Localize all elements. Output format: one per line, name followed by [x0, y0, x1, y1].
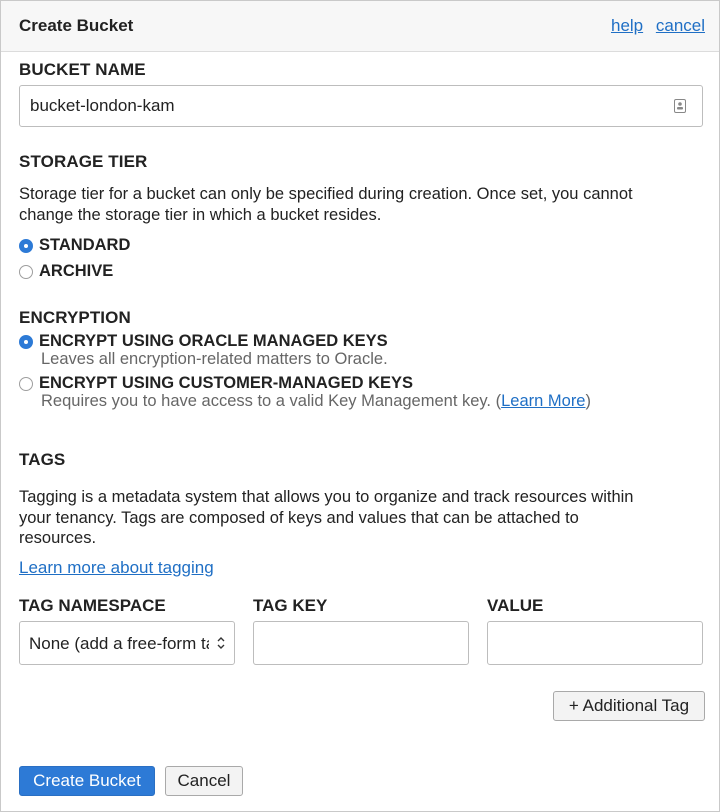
- tag-value-input[interactable]: [487, 621, 703, 665]
- learn-more-tagging-link[interactable]: Learn more about tagging: [19, 558, 214, 578]
- tags-label: TAGS: [19, 450, 66, 469]
- radio-archive-label[interactable]: ARCHIVE: [39, 262, 113, 281]
- cancel-button[interactable]: Cancel: [165, 766, 243, 796]
- radio-archive[interactable]: ARCHIVE: [19, 262, 113, 281]
- radio-customer-managed-button[interactable]: [19, 376, 33, 391]
- tags-description-3: resources.: [19, 529, 97, 547]
- storage-tier-label: STORAGE TIER: [19, 152, 148, 171]
- header-links: help cancel: [603, 16, 705, 36]
- bucket-name-label: BUCKET NAME: [19, 60, 146, 79]
- learn-more-link[interactable]: Learn More: [501, 392, 585, 410]
- customer-managed-description-suffix: ): [585, 392, 592, 410]
- tag-namespace-label: TAG NAMESPACE: [19, 596, 166, 615]
- storage-tier-description-1: Storage tier for a bucket can only be sp…: [19, 185, 633, 203]
- tag-namespace-select[interactable]: None (add a free-form tag): [19, 621, 235, 665]
- radio-customer-managed[interactable]: ENCRYPT USING CUSTOMER-MANAGED KEYS: [19, 374, 413, 393]
- dialog-title: Create Bucket: [19, 16, 134, 35]
- chevron-up-down-icon: [217, 637, 225, 649]
- tag-value-label: VALUE: [487, 596, 544, 615]
- tag-key-label: TAG KEY: [253, 596, 328, 615]
- tag-key-input[interactable]: [253, 621, 469, 665]
- bucket-name-input[interactable]: [19, 85, 703, 127]
- create-bucket-button[interactable]: Create Bucket: [19, 766, 155, 796]
- tags-description-2: your tenancy. Tags are composed of keys …: [19, 509, 579, 527]
- radio-oracle-managed[interactable]: ENCRYPT USING ORACLE MANAGED KEYS: [19, 332, 388, 351]
- radio-oracle-managed-label[interactable]: ENCRYPT USING ORACLE MANAGED KEYS: [39, 332, 388, 351]
- radio-customer-managed-label[interactable]: ENCRYPT USING CUSTOMER-MANAGED KEYS: [39, 374, 413, 393]
- contact-card-icon[interactable]: [674, 99, 686, 113]
- oracle-managed-description: Leaves all encryption-related matters to…: [41, 350, 388, 368]
- help-link[interactable]: help: [611, 16, 643, 35]
- radio-oracle-managed-button[interactable]: [19, 334, 33, 349]
- radio-standard-button[interactable]: [19, 238, 33, 253]
- radio-archive-button[interactable]: [19, 264, 33, 279]
- storage-tier-description-2: change the storage tier in which a bucke…: [19, 206, 382, 224]
- encryption-label: ENCRYPTION: [19, 308, 131, 327]
- tags-description-1: Tagging is a metadata system that allows…: [19, 488, 634, 506]
- cancel-link[interactable]: cancel: [656, 16, 705, 35]
- create-bucket-dialog: Create Bucket help cancel BUCKET NAME ST…: [0, 0, 720, 812]
- additional-tag-button[interactable]: + Additional Tag: [553, 691, 705, 721]
- dialog-header: Create Bucket help cancel: [1, 1, 719, 52]
- radio-standard-label[interactable]: STANDARD: [39, 236, 130, 255]
- tag-namespace-selected-value: None (add a free-form tag): [29, 634, 209, 653]
- radio-standard[interactable]: STANDARD: [19, 236, 130, 255]
- customer-managed-description-text: Requires you to have access to a valid K…: [41, 392, 502, 410]
- customer-managed-description: Requires you to have access to a valid K…: [41, 392, 591, 411]
